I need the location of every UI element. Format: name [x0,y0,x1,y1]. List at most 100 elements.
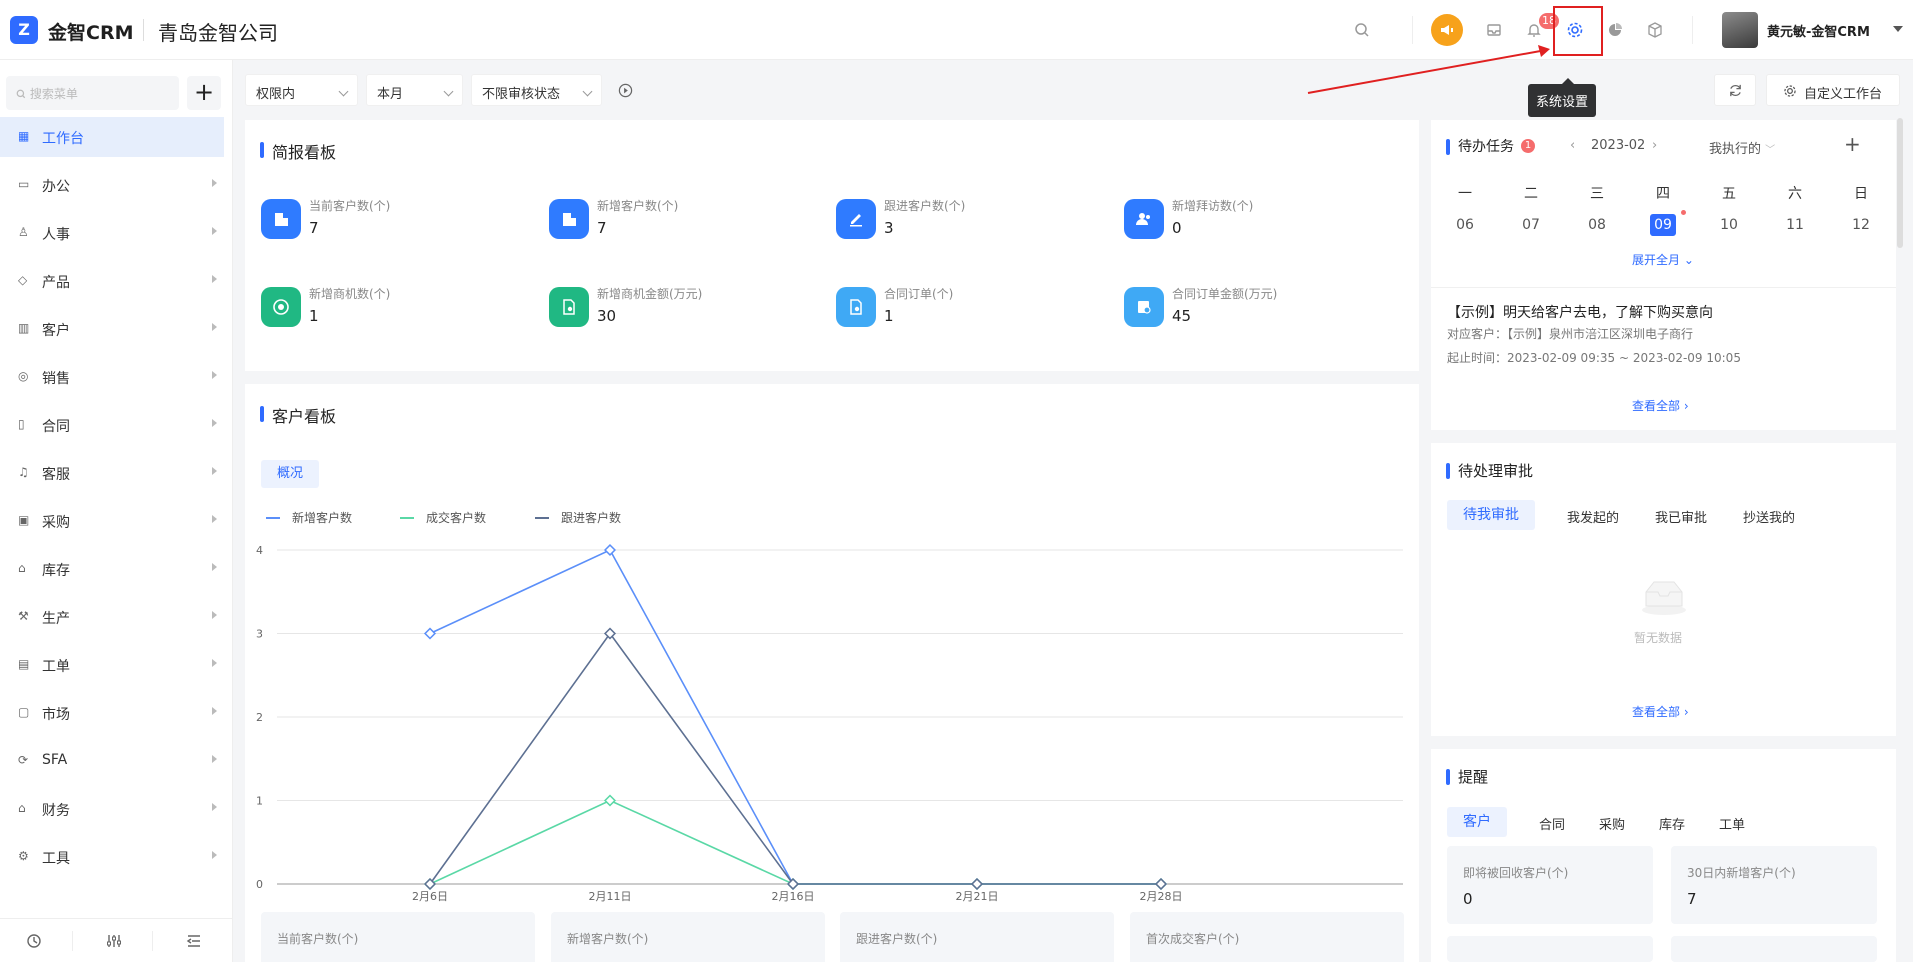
refresh-button[interactable] [1714,74,1756,106]
sidebar-item-office[interactable]: ▭ 办公 [0,165,224,205]
tab-purchase[interactable]: 采购 [1599,814,1625,833]
chevron-right-icon [212,275,217,283]
sidebar-item-service[interactable]: ♫ 客服 [0,453,224,493]
sidebar-item-label: 办公 [42,179,70,195]
audit-status-select[interactable]: 不限审核状态 [471,74,602,106]
user-name[interactable]: 黄元敏-金智CRM [1767,21,1870,40]
calendar-day[interactable]: 11 [1782,214,1808,236]
stat-new-visits[interactable]: 新增拜访数(个) 0 [1124,197,1364,247]
calendar-day[interactable]: 12 [1848,214,1874,236]
calendar-day[interactable]: 08 [1584,214,1610,236]
tab-approved[interactable]: 我已审批 [1655,507,1707,526]
sidebar-item-sales[interactable]: ◎ 销售 [0,357,224,397]
data-point [970,877,984,891]
kpi-card[interactable]: 当前客户数(个) [261,912,535,962]
divider [1431,287,1896,288]
sidebar-item-production[interactable]: ⚒ 生产 [0,597,224,637]
kpi-card[interactable]: 跟进客户数(个) [840,912,1114,962]
expand-month-link[interactable]: 展开全月 ⌄ [1632,251,1694,268]
sidebar-item-sfa[interactable]: ⟳ SFA [0,741,224,781]
calendar-day[interactable]: 10 [1716,214,1742,236]
stat-label: 当前客户数(个) [309,199,391,213]
reminder-card[interactable] [1447,936,1653,962]
contract-doc-icon [836,287,876,327]
stat-opportunity-amount[interactable]: 新增商机金额(万元) 30 [549,285,789,335]
task-title[interactable]: 【示例】明天给客户去电，了解下购买意向 [1447,302,1713,322]
sidebar-item-inventory[interactable]: ⌂ 库存 [0,549,224,589]
avatar[interactable] [1722,12,1758,48]
collapse-menu-icon[interactable] [186,933,202,953]
reminder-card[interactable]: 即将被回收客户(个) 0 [1447,846,1653,924]
tab-contract[interactable]: 合同 [1539,814,1565,833]
divider [143,19,144,41]
purchase-icon: ▣ [18,513,30,527]
kpi-card[interactable]: 首次成交客户(个) [1130,912,1404,962]
tab-cc[interactable]: 抄送我的 [1743,507,1795,526]
stat-contract-amount[interactable]: 合同订单金额(万元) 45 [1124,285,1364,335]
stat-contract-orders[interactable]: 合同订单(个) 1 [836,285,1076,335]
sidebar-item-label: 工具 [42,851,70,867]
sidebar-item-hr[interactable]: ♙ 人事 [0,213,224,253]
weekday-label: 三 [1590,186,1604,202]
x-tick-label: 2月21日 [956,890,999,903]
legend-followup-customers[interactable]: 跟进客户数 [534,509,621,526]
sidebar-item-purchase[interactable]: ▣ 采购 [0,501,224,541]
cube-icon[interactable] [1642,17,1668,43]
sidebar-item-ticket[interactable]: ▤ 工单 [0,645,224,685]
stat-new-opportunities[interactable]: 新增商机数(个) 1 [261,285,501,335]
reminder-card[interactable]: 30日内新增客户(个) 7 [1671,846,1877,924]
kpi-card[interactable]: 新增客户数(个) [551,912,825,962]
company-name[interactable]: 青岛金智公司 [158,17,278,46]
sidebar-item-customer[interactable]: ▥ 客户 [0,309,224,349]
add-task-button[interactable]: + [1844,132,1861,156]
chevron-right-icon [212,851,217,859]
legend-deal-customers[interactable]: 成交客户数 [399,509,486,526]
calendar-day-selected[interactable]: 09 [1650,214,1676,236]
month-label: 2023-02 [1591,138,1646,153]
chevron-right-icon [212,179,217,187]
search-input[interactable]: 搜索菜单 [6,76,179,110]
period-select[interactable]: 本月 [366,74,463,106]
stat-new-customers[interactable]: 新增客户数(个) 7 [549,197,789,247]
chevron-down-icon[interactable] [1893,26,1903,32]
tab-to-approve[interactable]: 待我审批 [1447,500,1535,530]
edit-icon [836,199,876,239]
gear-icon[interactable] [1562,17,1588,43]
sidebar-item-contract[interactable]: ▯ 合同 [0,405,224,445]
prev-month-icon[interactable]: ‹ [1570,138,1575,153]
add-button[interactable]: + [187,76,221,110]
tab-ticket[interactable]: 工单 [1719,814,1745,833]
sidebar-item-finance[interactable]: ⌂ 财务 [0,789,224,829]
tab-inventory[interactable]: 库存 [1659,814,1685,833]
series-line [429,799,1161,885]
calendar-day[interactable]: 06 [1452,214,1478,236]
tab-overview[interactable]: 概况 [261,460,319,488]
custom-workspace-button[interactable]: 自定义工作台 [1766,74,1900,106]
tab-initiated[interactable]: 我发起的 [1567,507,1619,526]
sidebar-item-tools[interactable]: ⚙ 工具 [0,837,224,877]
sidebar-item-product[interactable]: ◇ 产品 [0,261,224,301]
calendar-day[interactable]: 07 [1518,214,1544,236]
play-circle-icon[interactable] [618,83,633,102]
sliders-icon[interactable] [106,933,122,953]
next-month-icon[interactable]: › [1652,138,1657,153]
executor-filter[interactable]: 我执行的 ﹀ [1709,138,1775,157]
history-icon[interactable] [26,933,42,953]
sidebar-item-market[interactable]: ▢ 市场 [0,693,224,733]
pie-chart-icon[interactable] [1602,17,1628,43]
sidebar-item-workbench[interactable]: ▦ 工作台 [0,117,224,157]
stat-followup-customers[interactable]: 跟进客户数(个) 3 [836,197,1076,247]
x-tick-label: 2月11日 [589,890,632,903]
tab-customer[interactable]: 客户 [1447,807,1507,837]
kpi-label: 新增客户数(个) [567,932,649,946]
sidebar-item-label: 合同 [42,419,70,435]
y-tick-label: 4 [256,544,263,557]
sidebar-item-label: 工单 [42,659,70,675]
approval-view-all-link[interactable]: 查看全部 › [1632,703,1689,720]
scrollbar[interactable] [1897,118,1903,248]
stat-current-customers[interactable]: 当前客户数(个) 7 [261,197,501,247]
legend-new-customers[interactable]: 新增客户数 [265,509,352,526]
reminder-card[interactable] [1671,936,1877,962]
tasks-view-all-link[interactable]: 查看全部 › [1632,397,1689,414]
scope-select[interactable]: 权限内 [245,74,358,106]
